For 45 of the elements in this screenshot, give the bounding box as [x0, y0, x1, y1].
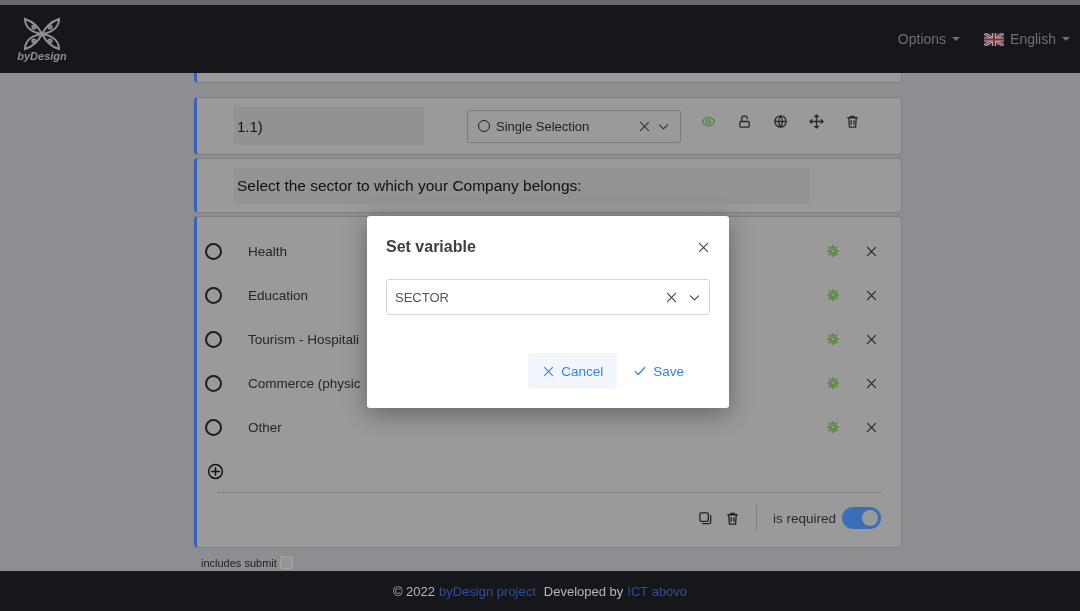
add-option-icon[interactable] [207, 463, 224, 480]
close-icon[interactable] [865, 332, 878, 346]
clear-icon [665, 290, 678, 304]
uk-flag-icon [984, 32, 1005, 46]
developed-by-text: Developed by [543, 583, 624, 599]
required-label: is required [772, 510, 836, 526]
check-icon [633, 364, 648, 378]
menu-dropdown[interactable]: Options [897, 31, 961, 47]
includes-submit-label: includes submit [201, 556, 277, 569]
question-type-select[interactable]: Single Selection [467, 109, 681, 143]
save-button[interactable]: Save [627, 353, 690, 389]
radio-icon [205, 286, 222, 304]
copyright-text: © 2022 [392, 583, 435, 599]
logo-icon [22, 16, 62, 52]
close-icon [697, 240, 710, 254]
trash-icon[interactable] [845, 113, 860, 129]
option-label[interactable]: Health [248, 243, 288, 259]
radio-icon [205, 374, 222, 392]
close-button[interactable] [697, 240, 710, 254]
radio-icon [205, 418, 222, 436]
option-label[interactable]: Other [248, 419, 282, 435]
copy-icon[interactable] [697, 510, 713, 526]
required-toggle[interactable] [842, 507, 881, 529]
globe-icon[interactable] [773, 113, 788, 129]
clear-icon [638, 119, 651, 133]
radio-icon [205, 242, 222, 260]
close-icon[interactable] [865, 244, 878, 258]
question-number-field[interactable]: 1.1) [234, 107, 424, 145]
variable-select[interactable]: SECTOR [386, 279, 710, 315]
close-icon[interactable] [865, 420, 878, 434]
close-icon[interactable] [865, 288, 878, 302]
close-icon[interactable] [865, 376, 878, 390]
option-label[interactable]: Commerce (physic [248, 375, 361, 391]
menu-dropdown[interactable]: English [984, 31, 1070, 47]
close-icon [542, 364, 556, 378]
dialog-title: Set variable [386, 238, 476, 256]
logo-text: byDesign [17, 50, 67, 62]
cancel-button[interactable]: Cancel [528, 353, 618, 389]
question-text-field[interactable]: Select the sector to which your Company belongs: [234, 167, 810, 204]
option-label[interactable]: Tourism - Hospitali [248, 331, 360, 347]
trash-icon[interactable] [724, 510, 740, 526]
option-label[interactable]: Education [248, 287, 309, 303]
unlock-icon[interactable] [737, 113, 752, 129]
radio-icon [205, 330, 222, 348]
move-icon[interactable] [809, 113, 824, 129]
